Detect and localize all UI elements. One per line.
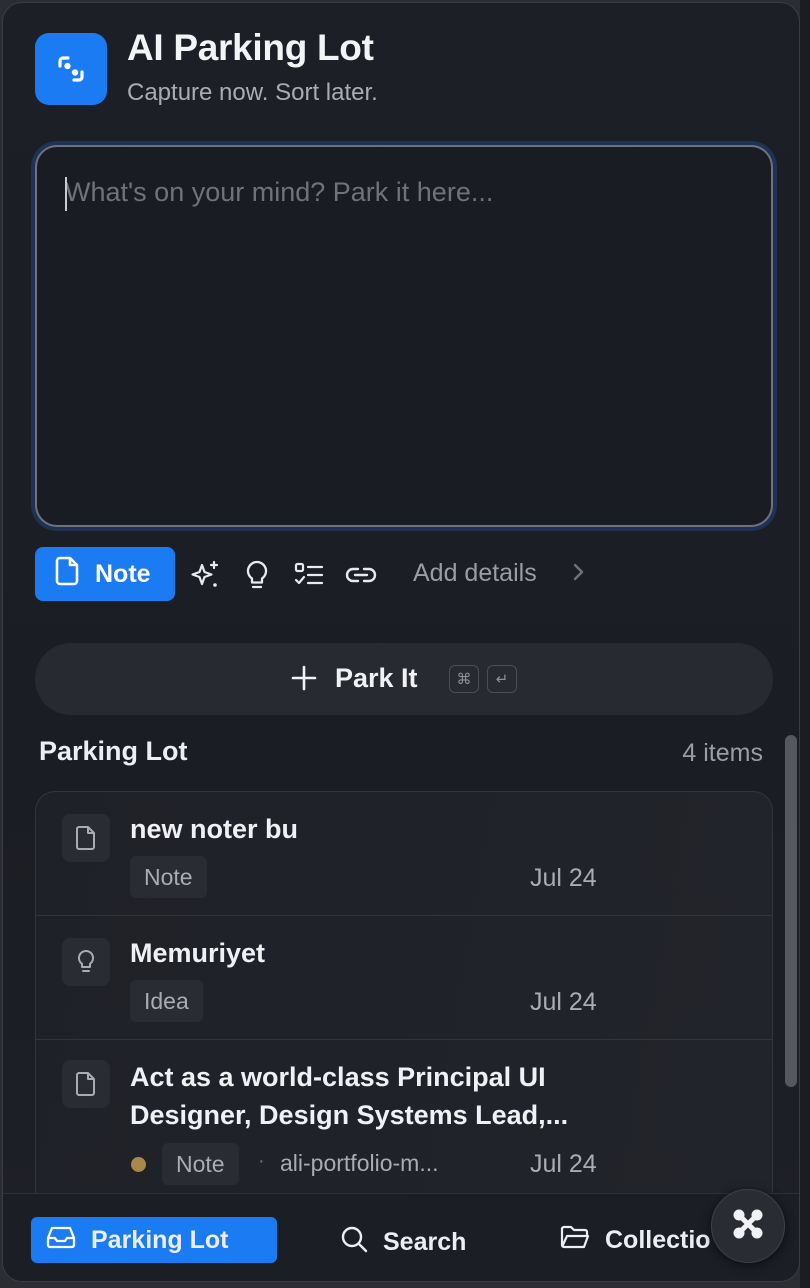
item-date: Jul 24 (530, 1150, 597, 1178)
floating-action-button[interactable] (711, 1189, 785, 1263)
list-item[interactable]: Memuriyet Idea Jul 24 (36, 916, 772, 1040)
list-scrollbar[interactable] (785, 735, 797, 1087)
list-item[interactable]: new noter bu Note Jul 24 (36, 792, 772, 916)
bottom-navigation: Parking Lot Search Collectio (3, 1193, 799, 1281)
app-subtitle: Capture now. Sort later. (127, 79, 378, 106)
command-key-hint: ⌘ (449, 665, 479, 693)
note-icon (62, 814, 110, 862)
nav-parking-lot[interactable]: Parking Lot (45, 1224, 229, 1257)
link-icon[interactable] (343, 557, 379, 593)
lightbulb-icon[interactable] (239, 557, 275, 593)
note-icon (62, 1060, 110, 1108)
collection-color-dot (131, 1157, 146, 1172)
item-title: new noter bu (130, 814, 298, 844)
item-title-line-1: Act as a world-class Principal UI (130, 1062, 546, 1092)
item-count: 4 items (682, 739, 763, 767)
item-title-line-2: Designer, Design Systems Lead,... (130, 1100, 569, 1130)
capture-textarea-container (35, 145, 773, 527)
nav-parking-lot-label: Parking Lot (91, 1226, 229, 1254)
park-it-label: Park It (335, 663, 418, 693)
list-item[interactable]: Act as a world-class Principal UI Design… (36, 1040, 772, 1211)
app-window: AI Parking Lot Capture now. Sort later. … (2, 2, 800, 1282)
note-type-button[interactable]: Note (35, 547, 175, 601)
plus-icon (291, 665, 317, 696)
item-type-badge: Idea (130, 980, 203, 1022)
note-icon (53, 556, 81, 593)
capture-textarea[interactable] (37, 147, 771, 525)
note-type-label: Note (95, 559, 151, 588)
item-type-badge: Note (162, 1143, 239, 1185)
add-details-button[interactable]: Add details (413, 559, 537, 588)
folder-icon (559, 1224, 591, 1257)
type-toolbar: Note Add details (35, 547, 773, 603)
text-caret (65, 177, 67, 211)
nav-collections-label: Collectio (605, 1226, 711, 1254)
item-type-badge: Note (130, 856, 207, 898)
item-date: Jul 24 (530, 864, 597, 892)
search-icon (339, 1224, 369, 1261)
item-title: Memuriyet (130, 938, 266, 968)
item-source: ali-portfolio-m... (280, 1150, 439, 1176)
meta-separator: · (258, 1150, 265, 1172)
inbox-icon (45, 1224, 77, 1257)
item-date: Jul 24 (530, 988, 597, 1016)
enter-key-hint: ↵ (487, 665, 517, 693)
nav-search[interactable]: Search (339, 1224, 466, 1261)
shuffle-x-icon (729, 1205, 767, 1248)
parking-lot-list: new noter bu Note Jul 24 Memuriyet Idea … (35, 791, 773, 1211)
background-window-edge (800, 0, 810, 1288)
app-title: AI Parking Lot (127, 27, 374, 68)
lightbulb-icon (62, 938, 110, 986)
app-logo-icon (35, 33, 107, 105)
sparkles-icon[interactable] (187, 557, 223, 593)
nav-search-label: Search (383, 1228, 467, 1256)
nav-collections[interactable]: Collectio (559, 1224, 711, 1257)
chevron-right-icon (571, 559, 587, 590)
list-title: Parking Lot (39, 736, 188, 766)
checklist-icon[interactable] (291, 557, 327, 593)
park-it-button[interactable]: Park It ⌘ ↵ (35, 643, 773, 715)
